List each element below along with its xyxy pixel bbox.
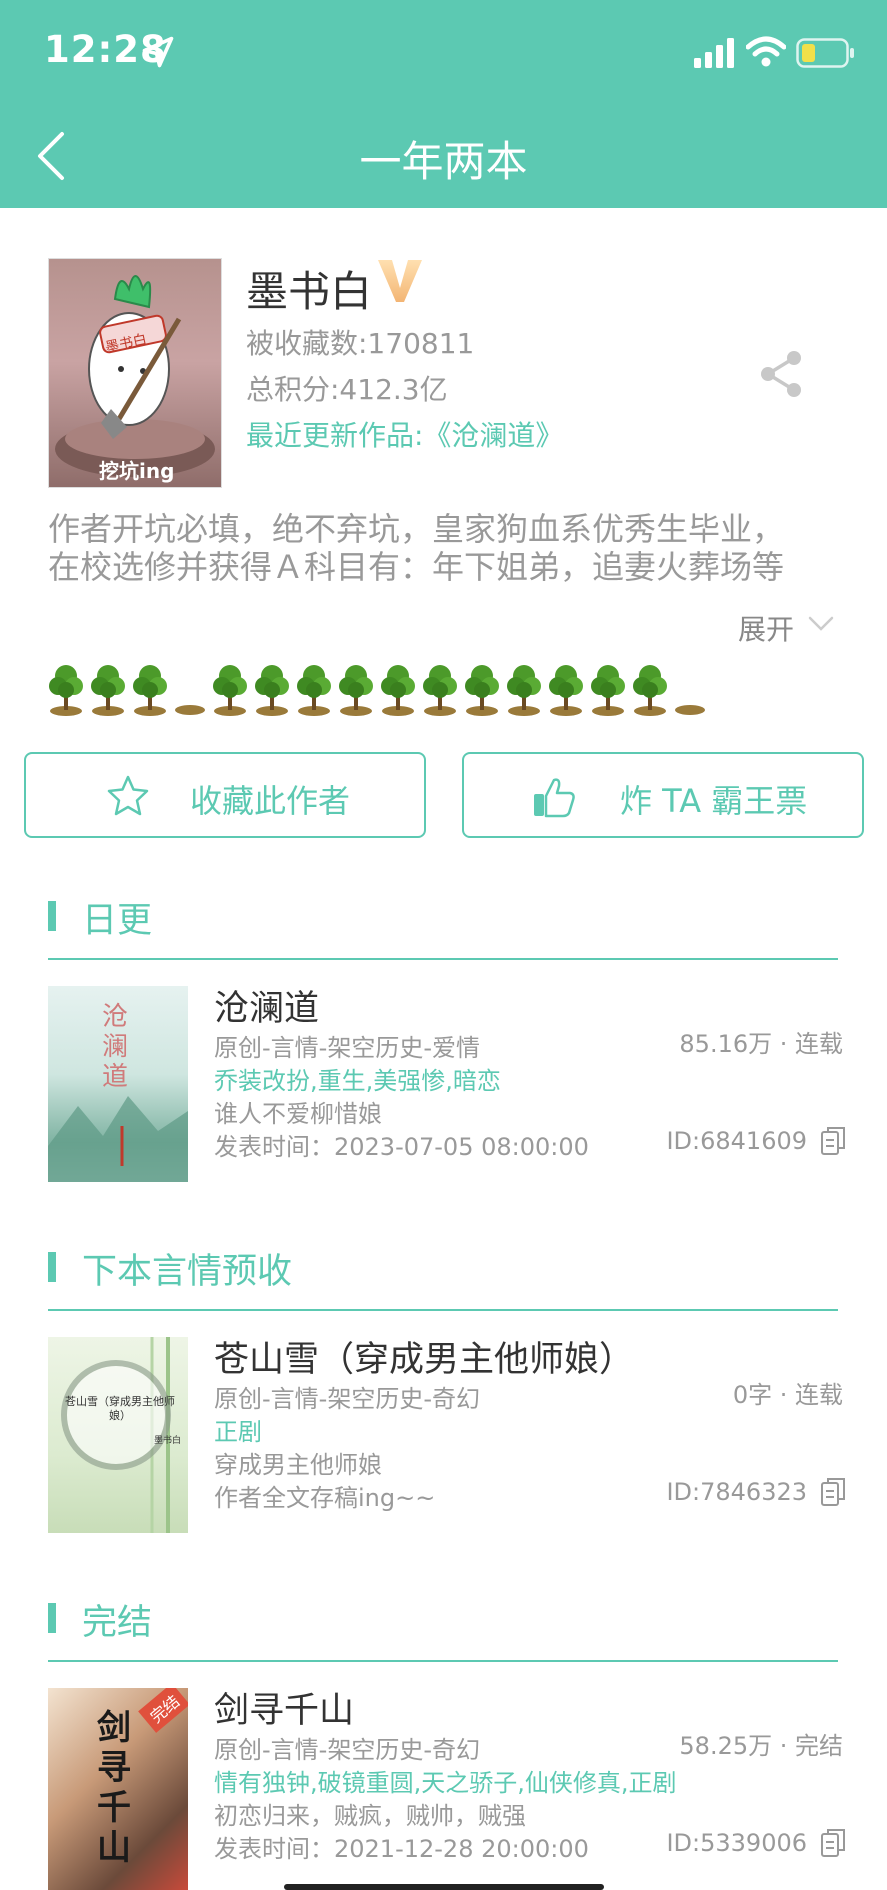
author-level-trees <box>48 660 712 716</box>
book-status-note: 作者全文存稿ing~~ <box>214 1484 436 1512</box>
vote-button[interactable]: 炸 TA 霸王票 <box>462 752 864 838</box>
bio-line-2: 在校选修并获得Ａ科目有：年下姐弟，追妻火葬场等 <box>48 548 785 586</box>
home-indicator <box>284 1884 604 1890</box>
tree-icon <box>213 665 247 716</box>
cover-completed-badge: 完结 <box>138 1688 188 1733</box>
copy-icon[interactable] <box>820 1477 846 1507</box>
thumbs-up-icon <box>534 778 575 818</box>
avatar-illustration <box>55 275 215 477</box>
author-avatar: 墨书白 挖坑ing <box>48 258 222 488</box>
book-cover-jianxunqianshan[interactable]: 剑寻千山 完结 <box>48 1688 188 1890</box>
empty-mound-icon <box>175 705 205 715</box>
section-title-completed: 完结 <box>82 1603 153 1643</box>
tree-icon <box>255 665 289 716</box>
tree-icon <box>49 665 83 716</box>
book-id: ID:5339006 <box>666 1829 807 1857</box>
favorite-author-button[interactable]: 收藏此作者 <box>24 752 426 838</box>
copy-icon[interactable] <box>820 1126 846 1156</box>
tree-icon <box>91 665 125 716</box>
tree-icon <box>549 665 583 716</box>
cover-title-text: 剑寻千山 <box>97 1708 131 1868</box>
book-cover-canglandao[interactable]: 沧澜道 <box>48 986 188 1182</box>
cover-title-text: 沧澜道 <box>101 1002 128 1092</box>
book-title[interactable]: 苍山雪（穿成男主他师娘） <box>214 1331 634 1382</box>
author-bio: 作者开坑必填，绝不弃坑，皇家狗血系优秀生毕业， 在校选修并获得Ａ科目有：年下姐弟… <box>48 510 848 586</box>
empty-mound-icon <box>675 705 705 715</box>
section-marker <box>48 901 56 931</box>
section-title-preorder: 下本言情预收 <box>82 1252 293 1292</box>
page-title: 一年两本 <box>359 137 528 186</box>
book-publish-time: 发表时间：2023-07-05 08:00:00 <box>214 1133 589 1161</box>
book-stats: 58.25万 · 完结 <box>679 1732 843 1760</box>
tree-icon <box>591 665 625 716</box>
book-stats: 0字 · 连载 <box>732 1381 843 1409</box>
chevron-down-icon[interactable] <box>808 614 834 634</box>
share-icon[interactable] <box>756 348 806 400</box>
book-category: 原创-言情-架空历史-奇幻 <box>214 1385 480 1413</box>
book-id: ID:7846323 <box>666 1478 807 1506</box>
book-title[interactable]: 剑寻千山 <box>214 1682 354 1733</box>
tree-icon <box>633 665 667 716</box>
author-name: 墨书白 <box>246 267 373 316</box>
book-title[interactable]: 沧澜道 <box>214 980 319 1031</box>
location-arrow-icon <box>142 36 174 68</box>
vote-label: 炸 TA 霸王票 <box>620 782 808 820</box>
book-id: ID:6841609 <box>666 1127 807 1155</box>
section-divider <box>48 958 838 960</box>
favorite-author-label: 收藏此作者 <box>190 782 351 820</box>
section-divider <box>48 1660 838 1662</box>
battery-icon <box>796 38 854 68</box>
book-publish-time: 发表时间：2021-12-28 20:00:00 <box>214 1835 589 1863</box>
book-tags: 乔装改扮,重生,美强惨,暗恋 <box>214 1067 501 1095</box>
latest-work-link[interactable]: 最近更新作品:《沧澜道》 <box>246 414 563 454</box>
book-description: 穿成男主他师娘 <box>214 1451 382 1479</box>
section-title-daily: 日更 <box>82 901 153 941</box>
tree-icon <box>339 665 373 716</box>
favorites-count: 被收藏数:170811 <box>246 327 475 360</box>
star-icon <box>107 775 149 816</box>
wifi-icon <box>746 36 786 67</box>
section-marker <box>48 1603 56 1633</box>
cover-title-text: 苍山雪（穿成男主他师娘） <box>65 1395 175 1422</box>
expand-bio-button[interactable]: 展开 <box>738 608 794 648</box>
copy-icon[interactable] <box>820 1828 846 1858</box>
avatar-caption: 挖坑ing <box>99 459 175 483</box>
bio-line-1: 作者开坑必填，绝不弃坑，皇家狗血系优秀生毕业， <box>48 510 785 548</box>
book-tags: 情有独钟,破镜重圆,天之骄子,仙侠修真,正剧 <box>214 1769 677 1797</box>
tree-icon <box>423 665 457 716</box>
tree-icon <box>507 665 541 716</box>
book-tags: 正剧 <box>214 1418 262 1446</box>
tree-icon <box>133 665 167 716</box>
cellular-signal-icon <box>694 38 734 68</box>
tree-icon <box>465 665 499 716</box>
tree-icon <box>297 665 331 716</box>
book-description: 初恋归来，贼疯，贼帅，贼强 <box>214 1802 526 1830</box>
section-marker <box>48 1252 56 1282</box>
total-score: 总积分:412.3亿 <box>246 373 448 406</box>
book-cover-cangshanxue[interactable]: 苍山雪（穿成男主他师娘） 墨书白 <box>48 1337 188 1533</box>
cover-mountains <box>48 1096 188 1182</box>
vip-v-icon <box>378 260 422 302</box>
book-description: 谁人不爱柳惜娘 <box>214 1100 382 1128</box>
section-divider <box>48 1309 838 1311</box>
book-stats: 85.16万 · 连载 <box>679 1030 843 1058</box>
tree-icon <box>381 665 415 716</box>
book-category: 原创-言情-架空历史-爱情 <box>214 1034 480 1062</box>
cover-author-sign: 墨书白 <box>154 1436 182 1446</box>
book-category: 原创-言情-架空历史-奇幻 <box>214 1736 480 1764</box>
